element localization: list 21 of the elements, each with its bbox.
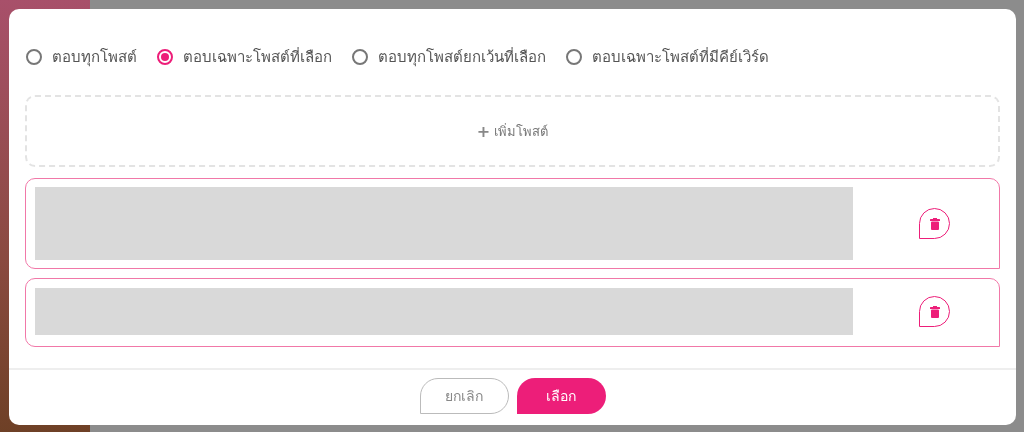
trash-icon bbox=[929, 217, 940, 230]
select-button[interactable]: เลือก bbox=[516, 377, 606, 414]
plus-icon: + bbox=[476, 121, 491, 141]
radio-option[interactable]: ตอบเฉพาะโพสต์ที่เลือก bbox=[157, 45, 332, 69]
radio-label: ตอบทุกโพสต์ bbox=[52, 47, 137, 69]
add-post-button[interactable]: + เพิ่มโพสต์ bbox=[25, 95, 1000, 167]
radio-button[interactable] bbox=[157, 49, 173, 65]
radio-option[interactable]: ตอบเฉพาะโพสต์ที่มีคีย์เวิร์ด bbox=[566, 45, 769, 69]
delete-button[interactable] bbox=[919, 296, 950, 327]
radio-button[interactable] bbox=[566, 49, 582, 65]
radio-label: ตอบทุกโพสต์ยกเว้นที่เลือก bbox=[378, 46, 546, 69]
delete-button[interactable] bbox=[919, 208, 950, 239]
cancel-button[interactable]: ยกเลิก bbox=[419, 377, 509, 414]
radio-label: ตอบเฉพาะโพสต์ที่มีคีย์เวิร์ด bbox=[592, 46, 769, 68]
add-post-label: เพิ่มโพสต์ bbox=[494, 122, 549, 141]
trash-icon bbox=[929, 305, 940, 318]
radio-option[interactable]: ตอบทุกโพสต์ยกเว้นที่เลือก bbox=[352, 45, 546, 69]
radio-option[interactable]: ตอบทุกโพสต์ bbox=[26, 45, 137, 69]
radio-button[interactable] bbox=[352, 49, 368, 65]
radio-label: ตอบเฉพาะโพสต์ที่เลือก bbox=[183, 46, 332, 68]
radio-button[interactable] bbox=[26, 49, 42, 65]
